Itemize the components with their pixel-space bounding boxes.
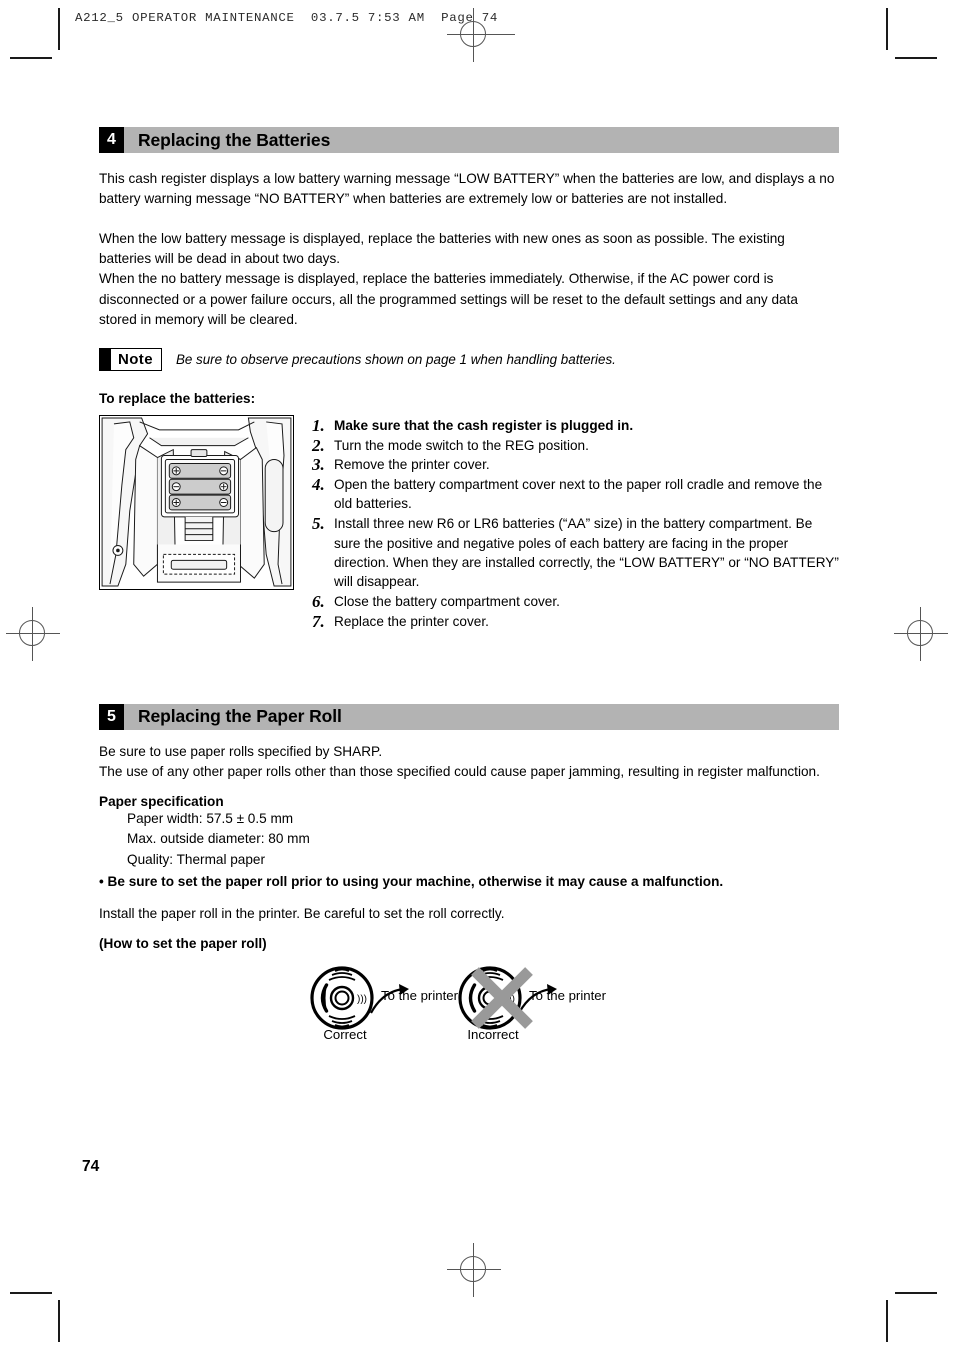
- note-bar-icon: [100, 348, 111, 370]
- content-column: 4 Replacing the Batteries This cash regi…: [99, 127, 839, 1057]
- page-number: 74: [82, 1158, 100, 1175]
- spec-item-quality: Quality: Thermal paper: [127, 851, 266, 867]
- step-number-5: 5.: [312, 514, 325, 534]
- battery-compartment-illustration-svg: [100, 415, 293, 589]
- step-text-2: Turn the mode switch to the REG position…: [334, 437, 589, 453]
- roll-incorrect-caption: Incorrect: [467, 1026, 519, 1042]
- crop-mark-bottom-left-horizontal: [10, 1292, 52, 1294]
- step-text-4: Open the battery compartment cover next …: [334, 477, 823, 512]
- note-badge: Note: [99, 347, 162, 371]
- step-text-6: Close the battery compartment cover.: [334, 593, 560, 609]
- section-number-4: 4: [99, 127, 124, 153]
- paper-roll-install-text: Install the paper roll in the printer. B…: [99, 905, 505, 921]
- section-banner-batteries: 4 Replacing the Batteries: [99, 127, 839, 153]
- step-text-3: Remove the printer cover.: [334, 457, 490, 473]
- registration-mark-left: [6, 607, 60, 661]
- step-item-2: 2. Turn the mode switch to the REG posit…: [312, 436, 839, 455]
- step-item-6: 6. Close the battery compartment cover.: [312, 592, 839, 611]
- registration-mark-bottom: [447, 1243, 501, 1297]
- section-title-paper-roll: Replacing the Paper Roll: [138, 706, 342, 727]
- registration-mark-right: [894, 607, 948, 661]
- step-text-1: Make sure that the cash register is plug…: [334, 417, 634, 433]
- spec-item-outside-diameter: Max. outside diameter: 80 mm: [127, 831, 310, 847]
- svg-text:))): ))): [357, 994, 367, 1005]
- batteries-paragraph-1: This cash register displays a low batter…: [99, 171, 835, 207]
- document-page: A212_5 OPERATOR MAINTENANCE 03.7.5 7:53 …: [0, 0, 954, 1351]
- step-item-7: 7. Replace the printer cover.: [312, 612, 839, 631]
- roll-correct-caption: Correct: [323, 1026, 367, 1042]
- paper-roll-warning-bullet: • Be sure to set the paper roll prior to…: [99, 873, 724, 889]
- section-number-5: 5: [99, 703, 124, 730]
- figure-column: [99, 414, 296, 590]
- step-number-7: 7.: [312, 611, 325, 631]
- note-text: Be sure to observe precautions shown on …: [175, 351, 616, 367]
- section-banner-paper-roll: 5 Replacing the Paper Roll: [99, 703, 839, 730]
- step-text-7: Replace the printer cover.: [334, 613, 489, 629]
- crop-mark-top-left-vertical: [58, 8, 60, 50]
- crop-mark-bottom-left-vertical: [58, 1300, 60, 1342]
- crop-mark-top-right-vertical: [886, 8, 888, 50]
- battery-compartment-figure: [99, 414, 294, 590]
- step-item-3: 3. Remove the printer cover.: [312, 455, 839, 474]
- crop-mark-bottom-right-horizontal: [895, 1292, 937, 1294]
- step-text-5: Install three new R6 or LR6 batteries (“…: [334, 516, 839, 590]
- crop-mark-bottom-right-vertical: [886, 1300, 888, 1342]
- subhead-to-replace-batteries: To replace the batteries:: [99, 390, 256, 406]
- step-number-4: 4.: [312, 475, 325, 495]
- step-item-5: 5. Install three new R6 or LR6 batteries…: [312, 514, 839, 591]
- battery-steps-list: 1. Make sure that the cash register is p…: [312, 416, 839, 631]
- paper-roll-diagrams: ))) To the printer Correct To the printe…: [309, 965, 839, 1057]
- paper-roll-intro: Be sure to use paper rolls specified by …: [99, 743, 820, 779]
- imposition-underline: [455, 34, 515, 35]
- roll-diagram-incorrect: ))) To the printer Incorrect: [457, 965, 687, 1057]
- steps-column: 1. Make sure that the cash register is p…: [312, 415, 839, 632]
- step-item-1: 1. Make sure that the cash register is p…: [312, 416, 839, 435]
- paper-specification-heading: Paper specification: [99, 793, 224, 809]
- batteries-paragraph-2: When the low battery message is displaye…: [99, 231, 798, 327]
- steps-with-figure: 1. Make sure that the cash register is p…: [99, 414, 839, 632]
- imposition-header: A212_5 OPERATOR MAINTENANCE 03.7.5 7:53 …: [75, 11, 499, 25]
- note-label: Note: [118, 350, 153, 368]
- step-item-4: 4. Open the battery compartment cover ne…: [312, 475, 839, 514]
- crop-mark-top-right-horizontal: [895, 57, 937, 59]
- roll-correct-to-printer-label: To the printer: [381, 987, 458, 1003]
- note-block: Note Be sure to observe precautions show…: [99, 347, 839, 371]
- spec-item-paper-width: Paper width: 57.5 ± 0.5 mm: [127, 810, 294, 826]
- roll-incorrect-to-printer-label: To the printer: [529, 987, 606, 1003]
- how-to-set-paper-roll-heading: (How to set the paper roll): [99, 935, 267, 951]
- section-title-batteries: Replacing the Batteries: [138, 129, 331, 150]
- crop-mark-top-left-horizontal: [10, 57, 52, 59]
